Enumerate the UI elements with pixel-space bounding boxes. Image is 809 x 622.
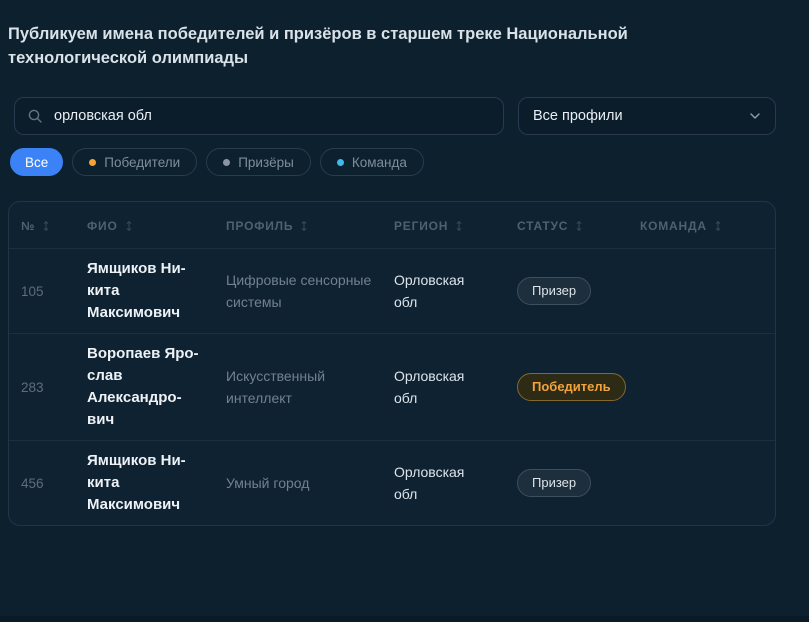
row-number: 456 [21, 476, 87, 491]
chip-all[interactable]: Все [10, 148, 63, 176]
table-header-row: № ФИО ПРОФИЛЬ РЕГИОН СТАТУС КОМАНДА [9, 202, 775, 248]
status-badge: Призер [517, 277, 591, 305]
page-title: Публикуем имена победителей и призёров в… [8, 22, 770, 70]
row-status-cell: Призер [517, 469, 640, 497]
column-header-team[interactable]: КОМАНДА [640, 219, 763, 233]
row-number: 283 [21, 380, 87, 395]
row-name: Ямщиков Ни- кита Максимович [87, 450, 215, 516]
row-status-cell: Победитель [517, 373, 640, 401]
winners-dot-icon [89, 159, 96, 166]
row-region: Орловская обл [394, 269, 489, 313]
column-header-name[interactable]: ФИО [87, 219, 226, 233]
results-table: № ФИО ПРОФИЛЬ РЕГИОН СТАТУС КОМАНДА 105 … [8, 201, 776, 526]
row-status-cell: Призер [517, 277, 640, 305]
row-name: Ямщиков Ни- кита Максимович [87, 258, 215, 324]
sort-icon [455, 220, 463, 232]
row-region: Орловская обл [394, 461, 489, 505]
chevron-down-icon [749, 112, 761, 120]
chip-team-label: Команда [352, 155, 407, 170]
sort-icon [575, 220, 583, 232]
chip-team[interactable]: Команда [320, 148, 424, 176]
row-number: 105 [21, 284, 87, 299]
table-row: 105 Ямщиков Ни- кита Максимович Цифровые… [9, 248, 775, 333]
chip-winners-label: Победители [104, 155, 180, 170]
profile-select[interactable]: Все профили [518, 97, 776, 135]
bottom-edge [0, 616, 809, 622]
table-row: 456 Ямщиков Ни- кита Максимович Умный го… [9, 440, 775, 525]
filter-chips: Все Победители Призёры Команда [10, 148, 795, 176]
row-name: Воропаев Яро- слав Александро- вич [87, 343, 215, 431]
search-field-wrapper [14, 97, 504, 135]
chip-prize-label: Призёры [238, 155, 294, 170]
status-badge: Призер [517, 469, 591, 497]
profile-select-value: Все профили [533, 108, 623, 124]
column-header-profile[interactable]: ПРОФИЛЬ [226, 219, 394, 233]
row-profile: Искусственный интеллект [226, 365, 378, 409]
status-badge: Победитель [517, 373, 626, 401]
chip-winners[interactable]: Победители [72, 148, 197, 176]
sort-icon [125, 220, 133, 232]
sort-icon [300, 220, 308, 232]
row-region: Орловская обл [394, 365, 489, 409]
column-header-num[interactable]: № [21, 219, 87, 233]
prize-dot-icon [223, 159, 230, 166]
table-row: 283 Воропаев Яро- слав Александро- вич И… [9, 333, 775, 440]
column-header-status[interactable]: СТАТУС [517, 219, 640, 233]
search-icon [27, 108, 43, 124]
search-input[interactable] [52, 107, 491, 125]
column-header-region[interactable]: РЕГИОН [394, 219, 517, 233]
row-profile: Цифровые сенсорные системы [226, 269, 378, 313]
row-profile: Умный город [226, 472, 378, 494]
team-dot-icon [337, 159, 344, 166]
chip-all-label: Все [25, 155, 48, 170]
sort-icon [714, 220, 722, 232]
controls-row: Все профили [14, 97, 776, 135]
chip-prize[interactable]: Призёры [206, 148, 311, 176]
sort-icon [42, 220, 50, 232]
